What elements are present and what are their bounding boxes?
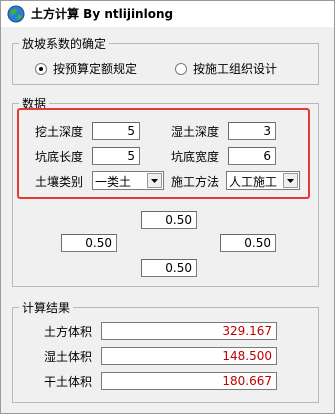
chevron-down-icon[interactable] bbox=[283, 173, 298, 188]
dig-depth-label: 挖土深度 bbox=[35, 125, 84, 139]
wet-depth-label: 湿土深度 bbox=[171, 125, 220, 139]
construction-method-value: 人工施工 bbox=[229, 175, 278, 189]
pit-width-label: 坑底宽度 bbox=[171, 150, 220, 164]
window-title: 土方计算 By ntlijinlong bbox=[31, 7, 174, 21]
earth-volume-label: 土方体积 bbox=[44, 325, 93, 339]
wet-depth-input[interactable]: 3 bbox=[228, 122, 276, 140]
title-bar: 土方计算 By ntlijinlong bbox=[1, 1, 334, 27]
pit-length-label: 坑底长度 bbox=[35, 150, 84, 164]
dry-volume-output: 180.667 bbox=[101, 372, 277, 390]
wet-volume-label: 湿土体积 bbox=[44, 350, 93, 364]
radio-checked-icon bbox=[35, 62, 47, 75]
results-group-legend: 计算结果 bbox=[22, 301, 71, 315]
slope-group-legend: 放坡系数的确定 bbox=[22, 37, 107, 51]
slope-left-input[interactable]: 0.50 bbox=[61, 234, 117, 252]
globe-app-icon bbox=[7, 5, 25, 23]
slope-top-input[interactable]: 0.50 bbox=[141, 211, 197, 229]
dry-volume-label: 干土体积 bbox=[44, 375, 93, 389]
construction-method-label: 施工方法 bbox=[171, 175, 220, 189]
radio-unchecked-icon bbox=[175, 62, 187, 75]
radio-construction-plan-label: 按施工组织设计 bbox=[193, 62, 278, 76]
radio-construction-plan[interactable]: 按施工组织设计 bbox=[175, 60, 277, 77]
earth-volume-output: 329.167 bbox=[101, 322, 277, 340]
soil-type-value: 一类土 bbox=[95, 175, 132, 189]
wet-volume-output: 148.500 bbox=[101, 347, 277, 365]
construction-method-select[interactable]: 人工施工 bbox=[226, 171, 300, 190]
soil-type-select[interactable]: 一类土 bbox=[92, 171, 164, 190]
pit-width-input[interactable]: 6 bbox=[228, 147, 276, 165]
radio-budget-quota-label: 按预算定额规定 bbox=[53, 62, 138, 76]
slope-right-input[interactable]: 0.50 bbox=[220, 234, 276, 252]
radio-budget-quota[interactable]: 按预算定额规定 bbox=[35, 60, 137, 77]
data-group-legend: 数据 bbox=[22, 97, 47, 111]
app-window: 土方计算 By ntlijinlong 放坡系数的确定 按预算定额规定 按施工组… bbox=[0, 0, 335, 414]
chevron-down-icon[interactable] bbox=[147, 173, 162, 188]
soil-type-label: 土壤类别 bbox=[35, 175, 84, 189]
pit-length-input[interactable]: 5 bbox=[92, 147, 140, 165]
dig-depth-input[interactable]: 5 bbox=[92, 122, 140, 140]
slope-bottom-input[interactable]: 0.50 bbox=[141, 259, 197, 277]
